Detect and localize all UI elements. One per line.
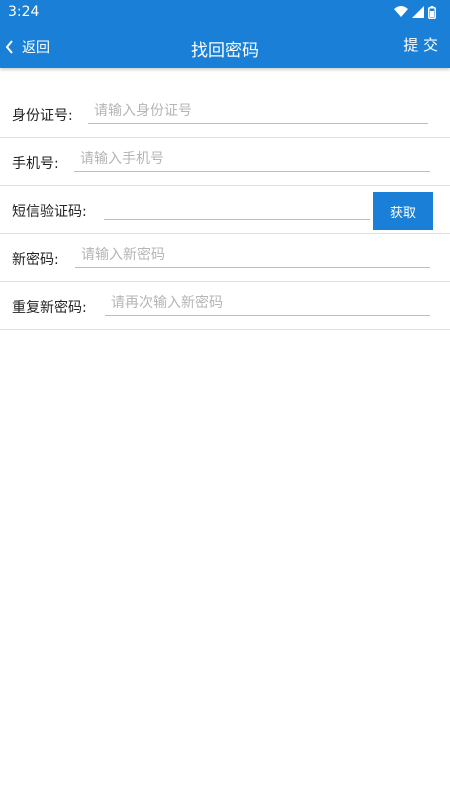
confirm-password-label: 重复新密码:	[12, 300, 87, 316]
get-code-button[interactable]: 获取	[373, 192, 433, 230]
id-number-label: 身份证号:	[12, 108, 73, 124]
submit-button[interactable]: 提 交	[403, 34, 438, 55]
app-bar: 返回 找回密码 提 交	[0, 24, 450, 68]
new-password-label: 新密码:	[12, 252, 59, 268]
status-icons	[394, 4, 436, 20]
sms-code-input[interactable]	[104, 194, 370, 220]
signal-icon	[412, 6, 424, 18]
status-bar: 3:24	[0, 0, 450, 24]
new-password-row: 新密码:	[0, 234, 450, 282]
id-number-row: 身份证号:	[0, 90, 450, 138]
reset-password-form: 身份证号: 手机号: 短信验证码: 获取 新密码: 重复新密码:	[0, 90, 450, 330]
confirm-password-input[interactable]	[105, 290, 430, 316]
id-number-input[interactable]	[88, 98, 428, 124]
phone-row: 手机号:	[0, 138, 450, 186]
confirm-password-row: 重复新密码:	[0, 282, 450, 330]
sms-code-row: 短信验证码: 获取	[0, 186, 450, 234]
battery-icon	[428, 5, 436, 19]
phone-input[interactable]	[74, 146, 430, 172]
new-password-input[interactable]	[75, 242, 430, 268]
wifi-icon	[394, 6, 408, 17]
phone-label: 手机号:	[12, 156, 59, 172]
page-title: 找回密码	[191, 41, 259, 61]
status-time: 3:24	[8, 4, 40, 20]
sms-code-label: 短信验证码:	[12, 204, 87, 220]
